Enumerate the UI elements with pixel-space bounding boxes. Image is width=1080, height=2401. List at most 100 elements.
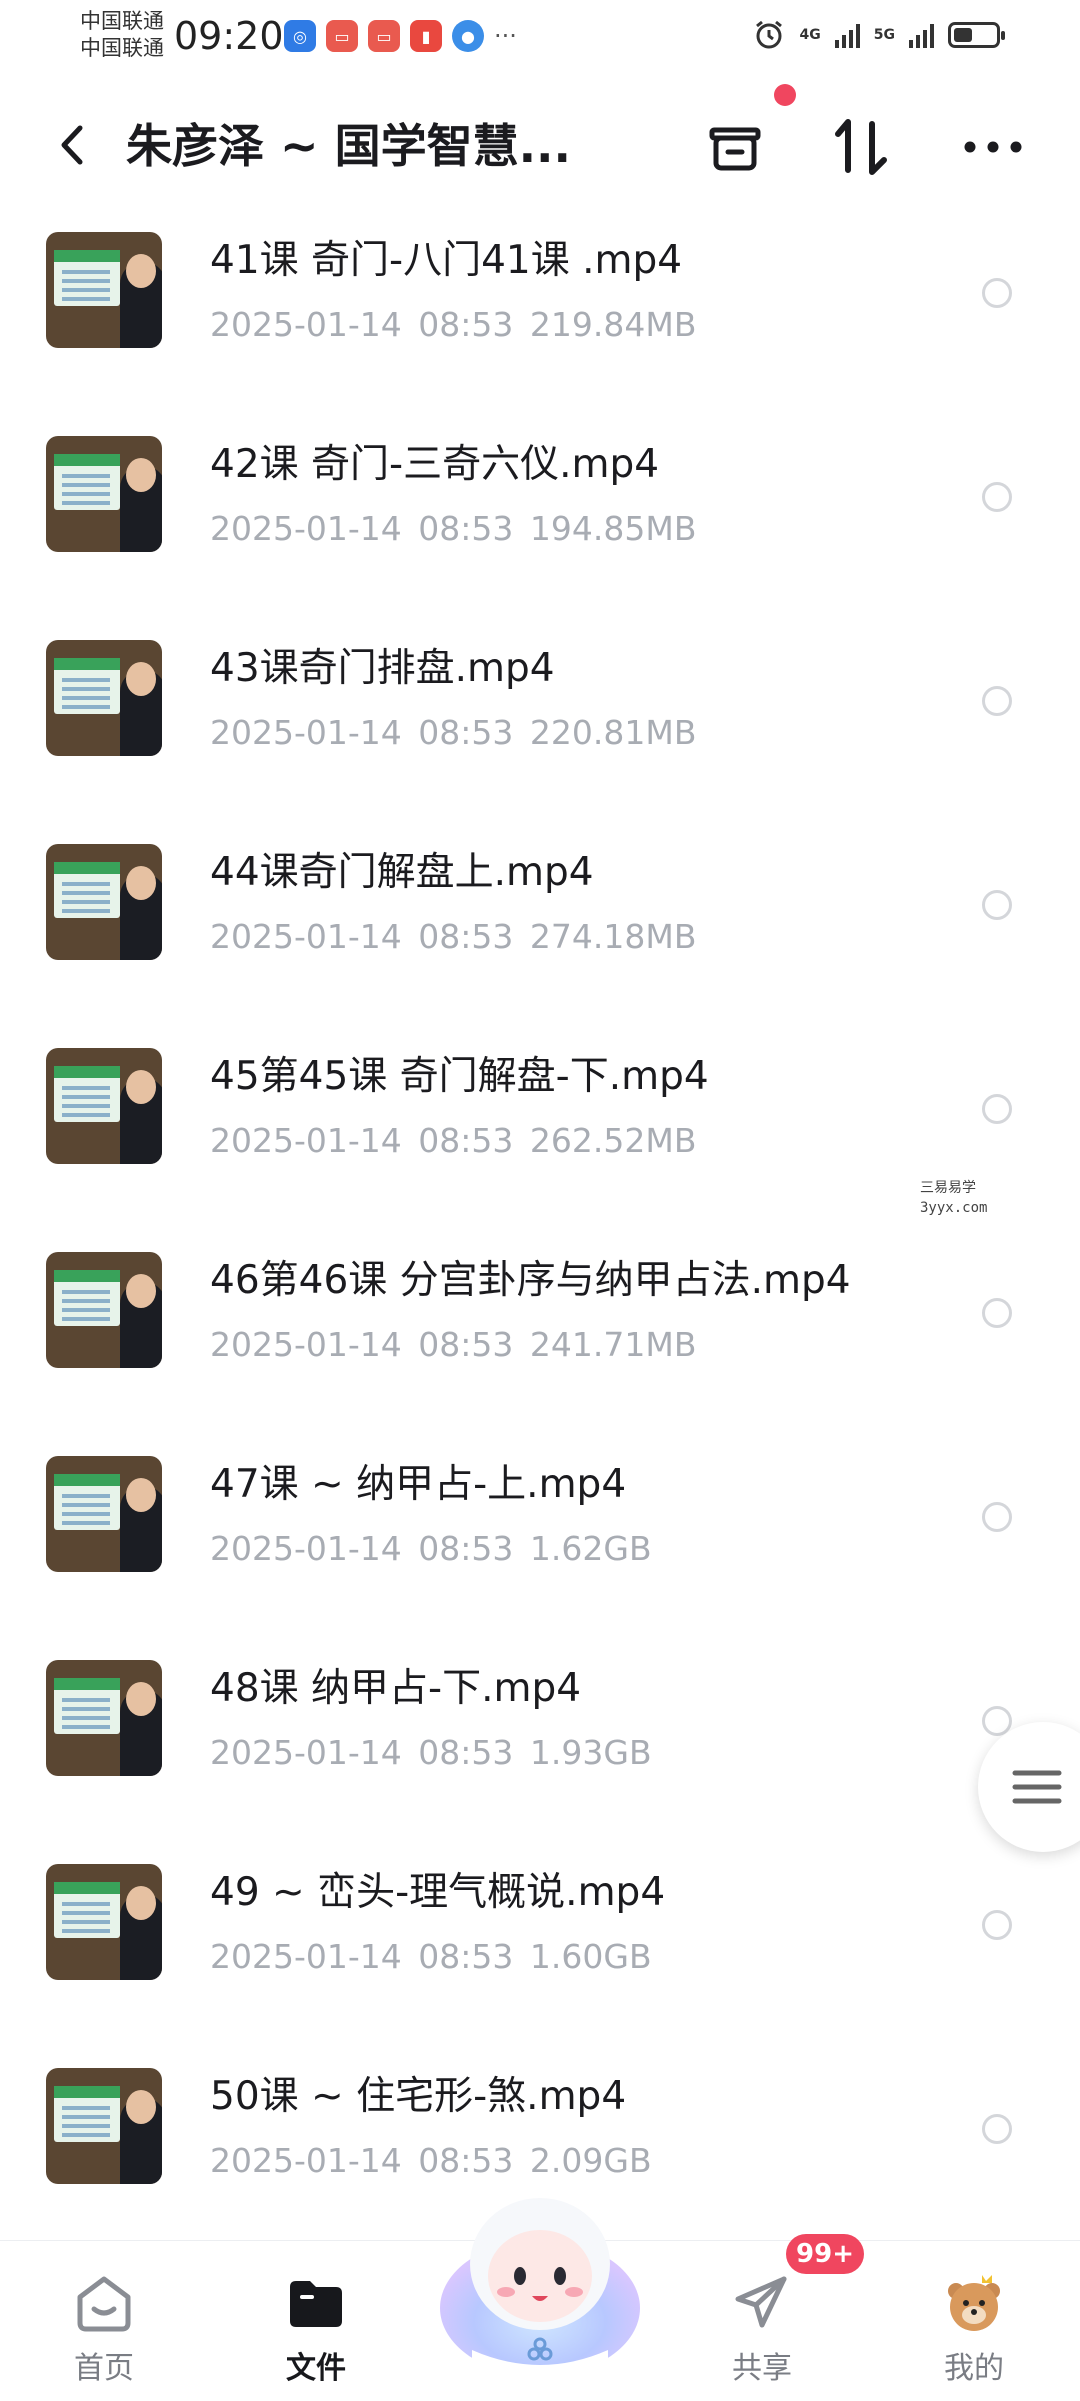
file-name: 49 ~ 峦头-理气概说.mp4: [210, 1870, 666, 1915]
nav-mine[interactable]: 我的: [904, 2259, 1044, 2399]
file-date: 2025-01-14: [210, 305, 402, 344]
file-size: 219.84MB: [529, 305, 697, 344]
file-meta: 2025-01-14 08:53 220.81MB: [210, 712, 696, 754]
file-date: 2025-01-14: [210, 713, 402, 752]
select-radio[interactable]: [982, 482, 1012, 512]
file-size: 2.09GB: [529, 2141, 652, 2180]
file-name: 50课 ~ 住宅形-煞.mp4: [210, 2074, 627, 2119]
battery-icon: [948, 22, 1005, 48]
status-bar: 中国联通 中国联通 09:20 ◎ ▭ ▭ ▮ ● ··· 4G 5G: [0, 0, 1080, 72]
nav-share-label: 共享: [732, 2351, 792, 2386]
nav-mine-label: 我的: [944, 2351, 1004, 2386]
battery-level: [954, 28, 972, 42]
signal-icon: [909, 22, 934, 48]
select-radio[interactable]: [982, 890, 1012, 920]
file-size: 241.71MB: [529, 1325, 697, 1364]
file-date: 2025-01-14: [210, 2141, 402, 2180]
file-item[interactable]: 41课 奇门-八门41课 .mp4 2025-01-14 08:53 219.8…: [0, 220, 1080, 424]
nav-home-label: 首页: [74, 2351, 134, 2386]
video-thumbnail: [46, 1048, 162, 1164]
file-meta: 2025-01-14 08:53 1.62GB: [210, 1528, 652, 1570]
nav-home[interactable]: 首页: [34, 2259, 174, 2399]
back-arrow-icon[interactable]: [52, 120, 92, 170]
file-name: 46第46课 分宫卦序与纳甲占法.mp4: [210, 1258, 851, 1303]
file-meta: 2025-01-14 08:53 194.85MB: [210, 508, 696, 550]
select-radio[interactable]: [982, 1502, 1012, 1532]
file-name: 45第45课 奇门解盘-下.mp4: [210, 1054, 709, 1099]
file-date: 2025-01-14: [210, 509, 402, 548]
file-time: 08:53: [418, 1325, 514, 1364]
file-meta: 2025-01-14 08:53 2.09GB: [210, 2140, 652, 2182]
file-name: 48课 纳甲占-下.mp4: [210, 1666, 582, 1711]
video-thumbnail: [46, 844, 162, 960]
select-radio[interactable]: [982, 1298, 1012, 1328]
file-time: 08:53: [418, 713, 514, 752]
file-size: 274.18MB: [529, 917, 697, 956]
select-radio[interactable]: [982, 1094, 1012, 1124]
browser-notification-icon: ●: [452, 20, 484, 52]
carrier-labels: 中国联通 中国联通: [80, 8, 164, 62]
file-time: 08:53: [418, 1121, 514, 1160]
file-meta: 2025-01-14 08:53 241.71MB: [210, 1324, 696, 1366]
file-item[interactable]: 42课 奇门-三奇六仪.mp4 2025-01-14 08:53 194.85M…: [0, 424, 1080, 628]
select-radio[interactable]: [982, 278, 1012, 308]
status-time: 09:20: [174, 14, 284, 58]
file-time: 08:53: [418, 1733, 514, 1772]
file-item[interactable]: 44课奇门解盘上.mp4 2025-01-14 08:53 274.18MB: [0, 832, 1080, 1036]
signal-icon: [834, 22, 860, 48]
file-meta: 2025-01-14 08:53 1.93GB: [210, 1732, 652, 1774]
page-title: 朱彦泽 ~ 国学智慧...: [126, 119, 571, 173]
folder-icon: [290, 2281, 342, 2327]
file-meta: 2025-01-14 08:53 1.60GB: [210, 1936, 652, 1978]
file-name: 43课奇门排盘.mp4: [210, 646, 555, 691]
nav-share[interactable]: 共享: [692, 2259, 832, 2399]
file-size: 1.62GB: [529, 1529, 652, 1568]
file-item[interactable]: 49 ~ 峦头-理气概说.mp4 2025-01-14 08:53 1.60GB: [0, 1852, 1080, 2056]
file-size: 194.85MB: [529, 509, 697, 548]
file-item[interactable]: 46第46课 分宫卦序与纳甲占法.mp4 2025-01-14 08:53 24…: [0, 1240, 1080, 1444]
top-app-bar: 朱彦泽 ~ 国学智慧...: [0, 90, 1080, 200]
menu-icon: [1012, 1770, 1062, 1804]
nav-files[interactable]: 文件: [246, 2259, 386, 2399]
select-radio[interactable]: [982, 1910, 1012, 1940]
video-thumbnail: [46, 1864, 162, 1980]
sort-icon[interactable]: [826, 112, 896, 182]
file-item[interactable]: 47课 ~ 纳甲占-上.mp4 2025-01-14 08:53 1.62GB: [0, 1444, 1080, 1648]
video-thumbnail: [46, 232, 162, 348]
bear-avatar-icon: [948, 2275, 1000, 2331]
file-size: 1.93GB: [529, 1733, 652, 1772]
network-type-1: 4G: [799, 27, 821, 43]
file-time: 08:53: [418, 917, 514, 956]
file-name: 41课 奇门-八门41课 .mp4: [210, 238, 683, 283]
file-date: 2025-01-14: [210, 1325, 402, 1364]
more-options-icon[interactable]: [958, 112, 1028, 182]
file-item[interactable]: 48课 纳甲占-下.mp4 2025-01-14 08:53 1.93GB: [0, 1648, 1080, 1852]
book-notification-icon: ▮: [410, 20, 442, 52]
file-time: 08:53: [418, 2141, 514, 2180]
file-time: 08:53: [418, 1529, 514, 1568]
video-thumbnail: [46, 1660, 162, 1776]
video-thumbnail: [46, 1456, 162, 1572]
file-time: 08:53: [418, 1937, 514, 1976]
video-thumbnail: [46, 2068, 162, 2184]
file-meta: 2025-01-14 08:53 274.18MB: [210, 916, 696, 958]
notification-dot: [774, 84, 796, 106]
file-date: 2025-01-14: [210, 1121, 402, 1160]
alarm-icon: [755, 20, 782, 49]
select-radio[interactable]: [982, 686, 1012, 716]
file-item[interactable]: 43课奇门排盘.mp4 2025-01-14 08:53 220.81MB: [0, 628, 1080, 832]
watermark: 三易易学 3yyx.com: [920, 1178, 987, 1218]
video-thumbnail: [46, 1252, 162, 1368]
file-name: 42课 奇门-三奇六仪.mp4: [210, 442, 660, 487]
archive-icon[interactable]: [700, 112, 770, 182]
network-type-2: 5G: [873, 27, 895, 43]
app-notification-icon: ◎: [284, 20, 316, 52]
carrier-2: 中国联通: [80, 36, 164, 60]
file-item[interactable]: 45第45课 奇门解盘-下.mp4 2025-01-14 08:53 262.5…: [0, 1036, 1080, 1240]
file-date: 2025-01-14: [210, 1529, 402, 1568]
ai-assistant-mascot-button[interactable]: [432, 2180, 648, 2380]
file-list: 41课 奇门-八门41课 .mp4 2025-01-14 08:53 219.8…: [0, 220, 1080, 2260]
file-size: 262.52MB: [529, 1121, 697, 1160]
share-count-badge: 99+: [786, 2234, 864, 2274]
select-radio[interactable]: [982, 2114, 1012, 2144]
